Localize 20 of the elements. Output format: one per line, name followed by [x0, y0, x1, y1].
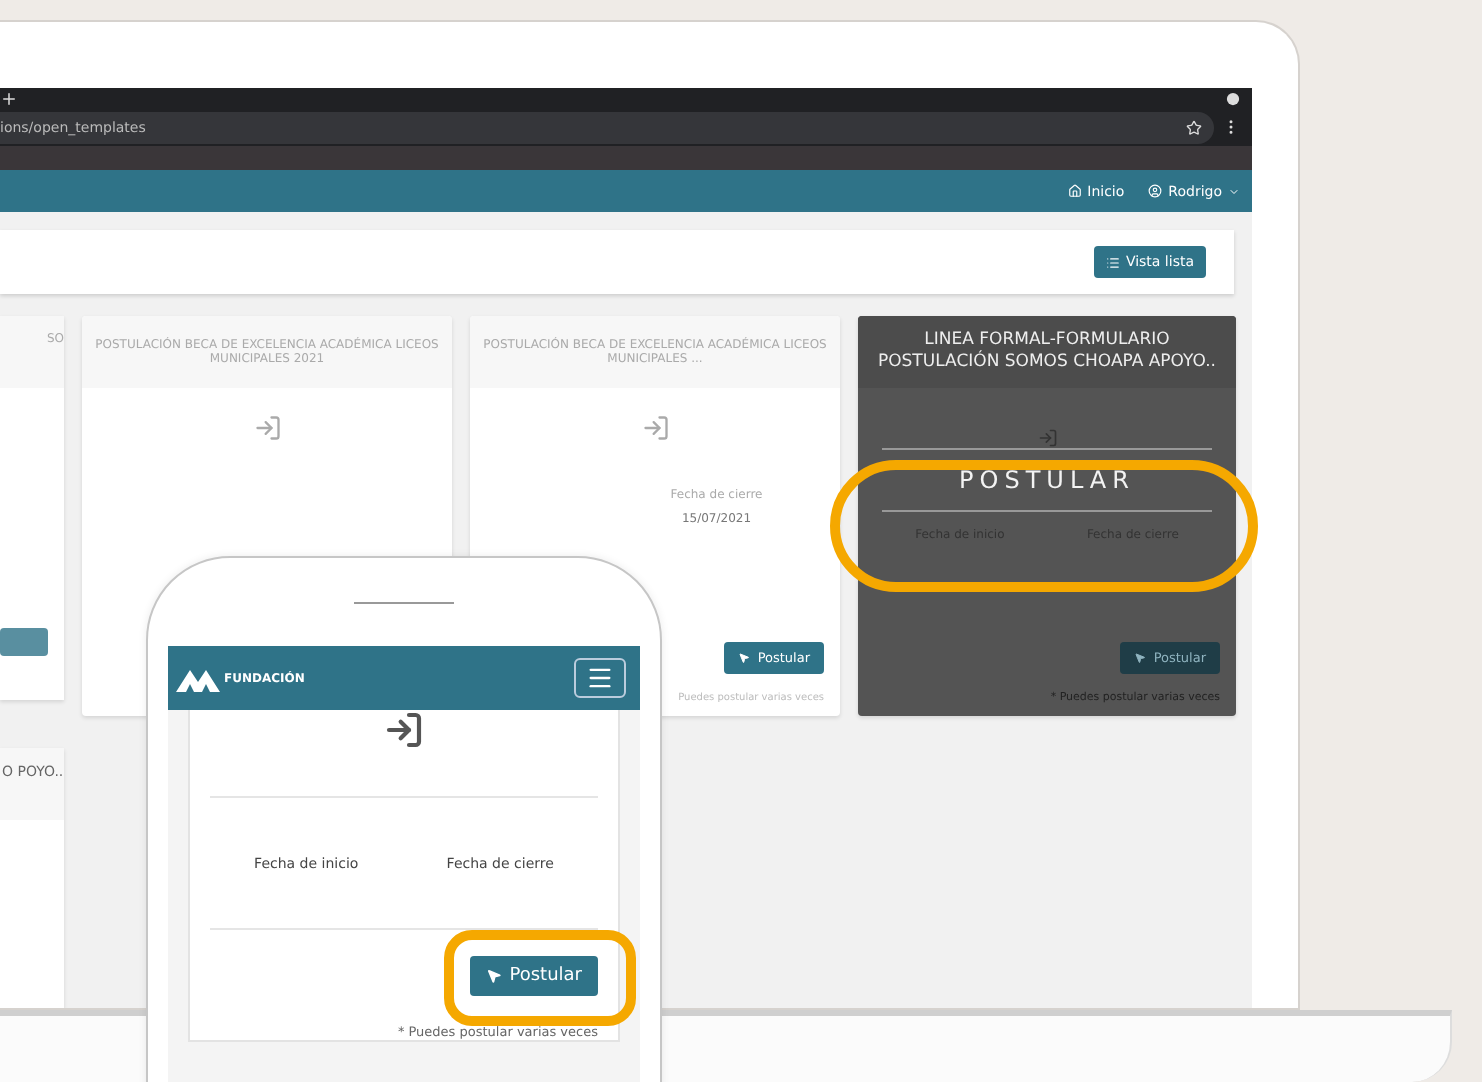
card-title: LINEA FORMAL-FORMULARIO POSTULACIÓN SOMOS CHOAPA APOYO.. — [858, 316, 1236, 389]
cursor-icon — [1133, 652, 1146, 665]
postular-banner[interactable]: POSTULAR — [882, 448, 1212, 513]
button-fragment — [0, 628, 48, 657]
sign-in-icon — [384, 710, 424, 750]
new-tab-icon[interactable] — [0, 89, 18, 108]
profile-circle-icon[interactable] — [1226, 91, 1240, 106]
caret-icon — [1228, 185, 1240, 198]
home-icon — [1067, 184, 1082, 199]
postular-button[interactable]: Postular — [469, 956, 598, 996]
sign-in-icon — [1037, 428, 1057, 449]
bookmark-star-icon[interactable] — [1186, 119, 1202, 136]
sign-in-icon — [641, 414, 669, 443]
menu-icon — [586, 664, 614, 692]
cursor-icon — [737, 652, 750, 665]
sign-in-icon — [253, 414, 281, 443]
cursor-icon — [485, 968, 502, 984]
menu-button[interactable] — [574, 658, 626, 698]
list-icon — [1105, 255, 1120, 270]
user-icon — [1148, 184, 1163, 199]
